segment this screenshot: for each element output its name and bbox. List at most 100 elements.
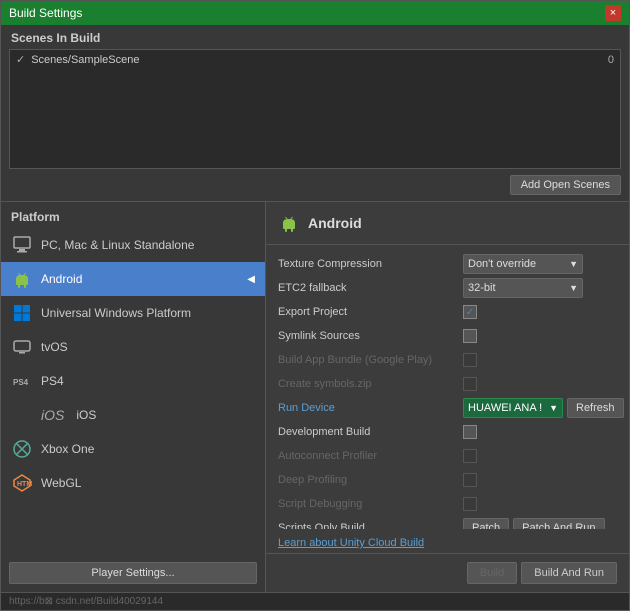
scripts-only-build-label: Scripts Only Build [278,522,463,529]
development-build-value [463,425,617,439]
svg-text:PS4: PS4 [13,378,29,387]
scene-item: ✓ Scenes/SampleScene 0 [10,50,620,69]
script-debugging-value [463,497,617,511]
script-debugging-checkbox[interactable] [463,497,477,511]
right-panel: Android Texture Compression Don't overri… [266,202,629,592]
platform-label-tvos: tvOS [41,340,68,354]
android-header: Android [266,202,629,245]
svg-text:HTML: HTML [17,481,32,488]
platform-label-android: Android [41,272,82,286]
symlink-sources-row: Symlink Sources [278,325,617,347]
autoconnect-profiler-checkbox[interactable] [463,449,477,463]
platform-label-ios: iOS [76,408,96,422]
run-device-value: HUAWEI ANA ! ▼ Refresh [463,398,624,418]
refresh-button[interactable]: Refresh [567,398,624,418]
settings-table: Texture Compression Don't override ▼ ETC… [266,245,629,529]
main-content: Platform PC, Mac & Linux Standalone [1,202,629,592]
scenes-section: Scenes In Build ✓ Scenes/SampleScene 0 A… [1,25,629,202]
symlink-sources-value [463,329,617,343]
windows-icon [11,302,33,324]
create-symbols-label: Create symbols.zip [278,378,463,390]
platform-item-uwp[interactable]: Universal Windows Platform [1,296,265,330]
platform-list: PC, Mac & Linux Standalone Android [1,228,265,554]
unity-cloud-link[interactable]: Learn about Unity Cloud Build [278,537,424,549]
platform-item-ps4[interactable]: PS4 PS4 [1,364,265,398]
autoconnect-profiler-label: Autoconnect Profiler [278,450,463,462]
platform-item-standalone[interactable]: PC, Mac & Linux Standalone [1,228,265,262]
scripts-only-build-value: Patch Patch And Run [463,518,617,529]
ios-icon [11,404,33,426]
create-symbols-checkbox[interactable] [463,377,477,391]
script-debugging-label: Script Debugging [278,498,463,510]
platform-label-ps4: PS4 [41,374,64,388]
xbox-icon [11,438,33,460]
build-app-bundle-value [463,353,617,367]
patch-and-run-button[interactable]: Patch And Run [513,518,604,529]
export-project-row: Export Project ✓ [278,301,617,323]
add-open-scenes-button[interactable]: Add Open Scenes [510,175,621,195]
build-settings-window: Build Settings × Scenes In Build ✓ Scene… [0,0,630,611]
run-device-label[interactable]: Run Device [278,402,463,414]
dropdown-arrow-2: ▼ [569,283,578,293]
development-build-checkbox[interactable] [463,425,477,439]
platform-label-uwp: Universal Windows Platform [41,306,191,320]
footer-url: https://b⊠ csdn.net/Build40029144 [1,592,629,610]
platform-item-tvos[interactable]: tvOS [1,330,265,364]
monitor-icon [11,234,33,256]
etc2-fallback-label: ETC2 fallback [278,282,463,294]
build-app-bundle-label: Build App Bundle (Google Play) [278,354,463,366]
create-symbols-row: Create symbols.zip [278,373,617,395]
close-button[interactable]: × [605,5,621,21]
android-title: Android [308,215,362,231]
platform-label-xbox: Xbox One [41,442,94,456]
build-and-run-button[interactable]: Build And Run [521,562,617,584]
texture-compression-label: Texture Compression [278,258,463,270]
etc2-fallback-value: 32-bit ▼ [463,278,617,298]
cloud-link-row: Learn about Unity Cloud Build [266,529,629,553]
autoconnect-profiler-value [463,449,617,463]
autoconnect-profiler-row: Autoconnect Profiler [278,445,617,467]
webgl-icon: HTML [11,472,33,494]
ps4-icon: PS4 [11,370,33,392]
title-bar: Build Settings × [1,1,629,25]
etc2-fallback-row: ETC2 fallback 32-bit ▼ [278,277,617,299]
export-project-label: Export Project [278,306,463,318]
bottom-buttons: Build Build And Run [266,553,629,592]
platform-item-ios[interactable]: iOS iOS [1,398,265,432]
run-device-dropdown[interactable]: HUAWEI ANA ! ▼ [463,398,563,418]
left-panel: Platform PC, Mac & Linux Standalone [1,202,266,592]
device-dropdown-arrow: ▼ [549,403,558,413]
scenes-header: Scenes In Build [1,25,629,49]
build-button[interactable]: Build [467,562,517,584]
texture-compression-dropdown[interactable]: Don't override ▼ [463,254,583,274]
platform-item-android[interactable]: Android ◀ [1,262,265,296]
patch-button[interactable]: Patch [463,518,509,529]
player-settings-button[interactable]: Player Settings... [9,562,257,584]
window-title: Build Settings [9,6,82,20]
tvos-icon [11,336,33,358]
symlink-sources-checkbox[interactable] [463,329,477,343]
platform-header: Platform [1,202,265,228]
etc2-fallback-dropdown[interactable]: 32-bit ▼ [463,278,583,298]
scenes-footer: Add Open Scenes [1,169,629,201]
platform-label-webgl: WebGL [41,476,81,490]
build-app-bundle-checkbox[interactable] [463,353,477,367]
export-project-value: ✓ [463,305,617,319]
platform-item-webgl[interactable]: HTML WebGL [1,466,265,500]
texture-compression-row: Texture Compression Don't override ▼ [278,253,617,275]
scene-name: Scenes/SampleScene [31,54,608,66]
ios-text-icon: iOS [41,407,64,423]
scene-check: ✓ [16,53,25,66]
android-icon [11,268,33,290]
android-header-icon [278,212,300,234]
build-app-bundle-row: Build App Bundle (Google Play) [278,349,617,371]
scenes-list: ✓ Scenes/SampleScene 0 [9,49,621,169]
create-symbols-value [463,377,617,391]
scripts-only-build-row: Scripts Only Build Patch Patch And Run [278,517,617,529]
export-project-checkbox[interactable]: ✓ [463,305,477,319]
platform-item-xbox[interactable]: Xbox One [1,432,265,466]
deep-profiling-checkbox[interactable] [463,473,477,487]
texture-compression-value: Don't override ▼ [463,254,617,274]
development-build-row: Development Build [278,421,617,443]
deep-profiling-row: Deep Profiling [278,469,617,491]
